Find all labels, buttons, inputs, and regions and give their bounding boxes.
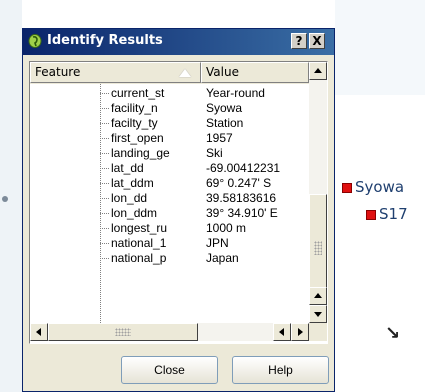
horizontal-scrollbar[interactable] — [30, 323, 309, 341]
horizontal-scroll-thumb[interactable] — [48, 323, 198, 341]
table-row[interactable]: current_st Year-round — [30, 86, 309, 101]
arrow-right-icon — [298, 328, 303, 336]
tree-branch — [100, 93, 109, 94]
tree-branch — [100, 138, 109, 139]
feature-value: Syowa — [206, 101, 243, 115]
feature-value: -69.00412231 — [206, 161, 281, 175]
feature-name: landing_ge — [111, 146, 170, 160]
tree-header: Feature Value — [30, 62, 309, 84]
scroll-down-button[interactable] — [309, 305, 327, 323]
table-row[interactable]: lon_ddm 39° 34.910' E — [30, 206, 309, 221]
feature-value: 69° 0.247' S — [206, 176, 272, 190]
tree-branch — [100, 168, 109, 169]
feature-value: Japan — [206, 251, 239, 265]
tree-branch — [100, 258, 109, 259]
feature-name: lat_dd — [111, 161, 144, 175]
feature-name: first_open — [111, 131, 164, 145]
map-background-region — [335, 0, 425, 95]
table-row[interactable]: first_open 1957 — [30, 131, 309, 146]
help-button[interactable]: Help — [232, 356, 329, 384]
tree-branch — [100, 123, 109, 124]
arrow-down-icon — [314, 312, 322, 317]
map-feature-point[interactable] — [2, 196, 8, 202]
table-row[interactable]: facilty_ty Station — [30, 116, 309, 131]
dialog-titlebar[interactable]: Identify Results ? X — [23, 29, 334, 55]
sort-ascending-icon — [179, 69, 191, 77]
tree-branch — [100, 108, 109, 109]
vertical-scrollbar[interactable] — [309, 62, 327, 323]
close-button[interactable]: Close — [121, 356, 218, 384]
column-header-value[interactable]: Value — [201, 62, 309, 83]
map-label-s17: S17 — [379, 205, 408, 223]
identify-results-dialog: Identify Results ? X Feature Value curre… — [22, 28, 335, 392]
table-row[interactable]: facility_n Syowa — [30, 101, 309, 116]
feature-value: 39° 34.910' E — [206, 206, 278, 220]
tree-branch — [100, 228, 109, 229]
arrow-up-icon — [314, 68, 322, 73]
results-tree[interactable]: Feature Value current_st Year-round facil… — [29, 61, 328, 344]
tree-rows: current_st Year-round facility_n Syowa fac… — [30, 84, 309, 323]
table-row[interactable]: national_1 JPN — [30, 236, 309, 251]
tree-branch — [100, 213, 109, 214]
dialog-title: Identify Results — [47, 33, 163, 48]
tree-branch — [100, 243, 109, 244]
scroll-left-button[interactable] — [30, 323, 48, 341]
feature-name: national_p — [111, 251, 167, 265]
scrollbar-corner — [309, 323, 327, 341]
feature-value: Year-round — [206, 86, 265, 100]
table-row[interactable]: lon_dd 39.58183616 — [30, 191, 309, 206]
qgis-identify-icon — [28, 34, 42, 48]
station-marker-s17[interactable] — [366, 210, 376, 220]
feature-value: Station — [206, 116, 244, 130]
grip-icon — [314, 241, 322, 255]
tree-branch — [100, 153, 109, 154]
table-row[interactable]: landing_ge Ski — [30, 146, 309, 161]
scroll-up-button-lower[interactable] — [309, 287, 327, 305]
column-header-feature[interactable]: Feature — [30, 62, 201, 83]
feature-name: lat_ddm — [111, 176, 154, 190]
scroll-up-button[interactable] — [309, 62, 327, 80]
station-marker-syowa[interactable] — [342, 183, 352, 193]
feature-name: facility_n — [111, 101, 158, 115]
table-row[interactable]: national_p Japan — [30, 251, 309, 266]
map-label-syowa: Syowa — [355, 178, 405, 196]
column-header-value-label: Value — [206, 65, 239, 79]
title-close-button[interactable]: X — [309, 33, 325, 49]
feature-name: lon_dd — [111, 191, 148, 205]
feature-name: national_1 — [111, 236, 167, 250]
table-row[interactable]: lat_ddm 69° 0.247' S — [30, 176, 309, 191]
feature-name: current_st — [111, 86, 165, 100]
table-row[interactable]: lat_dd -69.00412231 — [30, 161, 309, 176]
title-help-button[interactable]: ? — [291, 33, 307, 49]
scroll-right-button[interactable] — [291, 323, 309, 341]
feature-value: Ski — [206, 146, 223, 160]
scroll-left-button-right[interactable] — [273, 323, 291, 341]
feature-name: facilty_ty — [111, 116, 158, 130]
feature-value: 1000 m — [206, 221, 247, 235]
tree-branch — [100, 183, 109, 184]
feature-value: 1957 — [206, 131, 233, 145]
north-arrow-icon: ↘ — [385, 323, 401, 344]
feature-name: longest_ru — [111, 221, 168, 235]
feature-value: 39.58183616 — [206, 191, 277, 205]
arrow-left-icon — [36, 328, 41, 336]
arrow-left-icon — [279, 328, 284, 336]
feature-value: JPN — [206, 236, 229, 250]
table-row[interactable]: longest_ru 1000 m — [30, 221, 309, 236]
column-header-feature-label: Feature — [35, 65, 81, 79]
grip-icon — [115, 328, 131, 336]
tree-branch — [100, 198, 109, 199]
arrow-up-icon — [314, 293, 322, 298]
feature-name: lon_ddm — [111, 206, 158, 220]
